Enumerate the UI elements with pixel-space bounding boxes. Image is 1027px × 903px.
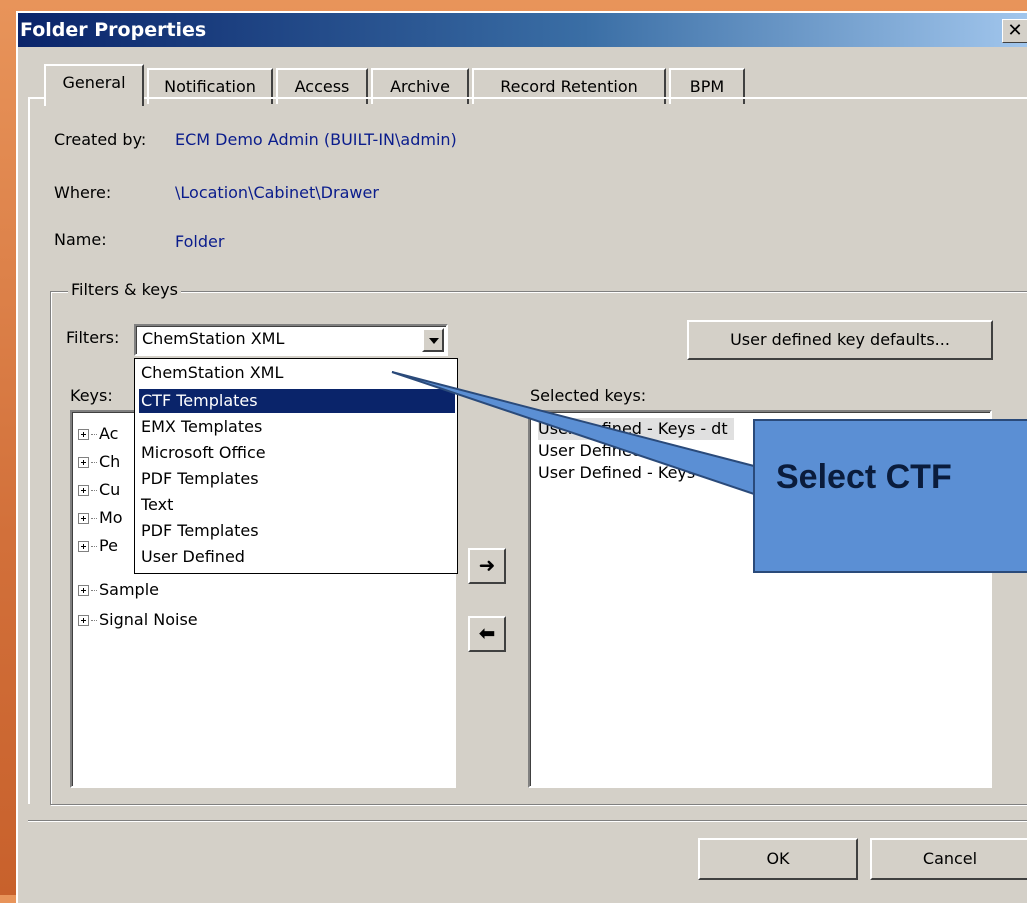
filters-dropdown-list[interactable]: ChemStation XML CTF Templates EMX Templa… <box>134 358 458 574</box>
tree-item[interactable]: Pe <box>78 534 118 558</box>
name-value: Folder <box>175 232 225 251</box>
ok-button[interactable]: OK <box>698 838 858 880</box>
tree-item[interactable]: Signal Noise <box>78 608 198 632</box>
tab-label: BPM <box>689 77 725 96</box>
filters-label: Filters: <box>66 328 120 347</box>
where-label: Where: <box>54 183 112 202</box>
tree-item[interactable]: Ch <box>78 450 120 474</box>
list-item-label: User Defined - Keys - dt <box>538 419 728 438</box>
tree-item-label: Signal Noise <box>99 610 198 629</box>
window-title: Folder Properties <box>20 19 207 41</box>
tree-item-label: Pe <box>99 536 118 555</box>
option-label: PDF Templates <box>141 521 259 540</box>
expand-icon[interactable] <box>78 615 89 626</box>
expand-icon[interactable] <box>78 513 89 524</box>
tree-item-label: Sample <box>99 580 159 599</box>
list-item-label: User Defined <box>538 441 642 460</box>
tab-label: Access <box>294 77 350 96</box>
tab-general[interactable]: General <box>44 64 144 106</box>
expand-icon[interactable] <box>78 585 89 596</box>
expand-icon[interactable] <box>78 485 89 496</box>
dropdown-option[interactable]: Text <box>139 493 455 517</box>
close-icon[interactable]: ✕ <box>1002 19 1027 43</box>
arrow-right-icon: ➜ <box>478 553 496 577</box>
tree-item[interactable]: Ac <box>78 422 118 446</box>
list-item[interactable]: User Defined <box>538 440 642 462</box>
tab-label: Record Retention <box>500 77 638 96</box>
name-label: Name: <box>54 230 107 249</box>
remove-key-button[interactable]: ⬅ <box>468 616 506 652</box>
filters-keys-title: Filters & keys <box>68 280 181 299</box>
tree-item-label: Ac <box>99 424 119 443</box>
keys-label: Keys: <box>70 386 113 405</box>
title-bar: Folder Properties ✕ <box>18 13 1027 47</box>
dropdown-option[interactable]: PDF Templates <box>139 467 455 491</box>
button-label: User defined key defaults... <box>730 330 950 349</box>
filters-combobox-value: ChemStation XML <box>142 329 285 348</box>
option-label: PDF Templates <box>141 469 259 488</box>
created-by-value: ECM Demo Admin (BUILT-IN\admin) <box>175 130 457 149</box>
tree-item[interactable]: Mo <box>78 506 123 530</box>
chevron-down-icon[interactable] <box>422 328 444 352</box>
bottom-separator <box>28 820 1027 822</box>
dropdown-option-selected[interactable]: CTF Templates <box>138 388 456 414</box>
option-label: EMX Templates <box>141 417 263 436</box>
dropdown-option[interactable]: PDF Templates <box>139 519 455 543</box>
tree-item[interactable]: Sample <box>78 578 159 602</box>
button-label: Cancel <box>922 849 978 868</box>
expand-icon[interactable] <box>78 457 89 468</box>
dropdown-option[interactable]: Microsoft Office <box>139 441 455 465</box>
filters-combobox[interactable]: ChemStation XML <box>134 324 448 356</box>
tree-item-label: Ch <box>99 452 121 471</box>
tree-item-label: Mo <box>99 508 123 527</box>
option-label: Microsoft Office <box>141 443 266 462</box>
callout-text: Select CTF <box>776 458 952 496</box>
button-label: OK <box>766 849 790 868</box>
tab-label: Notification <box>164 77 256 96</box>
list-item[interactable]: User Defined - Keys - dt <box>538 418 734 440</box>
option-label: ChemStation XML <box>141 363 284 382</box>
option-label: Text <box>141 495 174 514</box>
where-value: \Location\Cabinet\Drawer <box>175 183 379 202</box>
cancel-button[interactable]: Cancel <box>870 838 1027 880</box>
list-item-label: User Defined - Keys - <box>538 463 707 482</box>
tab-label: Archive <box>390 77 450 96</box>
dropdown-option[interactable]: ChemStation XML <box>139 361 455 385</box>
tree-item-label: Cu <box>99 480 121 499</box>
dropdown-option[interactable]: User Defined <box>139 545 455 569</box>
created-by-label: Created by: <box>54 130 147 149</box>
tab-label: General <box>62 73 126 92</box>
expand-icon[interactable] <box>78 429 89 440</box>
option-label: CTF Templates <box>141 391 258 410</box>
option-label: User Defined <box>141 547 245 566</box>
expand-icon[interactable] <box>78 541 89 552</box>
add-key-button[interactable]: ➜ <box>468 548 506 584</box>
selected-keys-label: Selected keys: <box>530 386 647 405</box>
arrow-left-icon: ⬅ <box>478 621 496 645</box>
dropdown-option[interactable]: EMX Templates <box>139 415 455 439</box>
tree-item[interactable]: Cu <box>78 478 120 502</box>
user-defined-key-defaults-button[interactable]: User defined key defaults... <box>687 320 993 360</box>
list-item[interactable]: User Defined - Keys - <box>538 462 706 484</box>
